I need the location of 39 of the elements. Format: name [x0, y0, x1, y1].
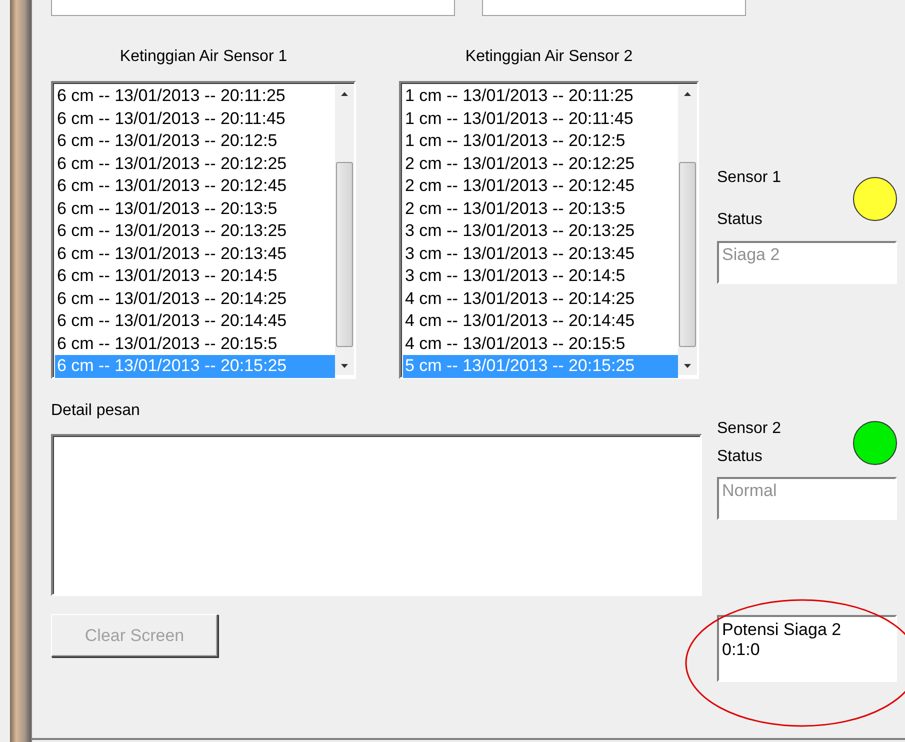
- input-field[interactable]: [51, 0, 455, 16]
- list-item[interactable]: 1 cm -- 13/01/2013 -- 20:12:5: [403, 130, 678, 152]
- list-box[interactable]: [399, 81, 699, 379]
- list-item[interactable]: 6 cm -- 13/01/2013 -- 20:15:5: [55, 332, 335, 355]
- list-box[interactable]: [51, 81, 356, 379]
- sensor-label: Sensor 1: [717, 168, 782, 188]
- list-item[interactable]: 4 cm -- 13/01/2013 -- 20:14:45: [403, 310, 678, 332]
- list-item[interactable]: 2 cm -- 13/01/2013 -- 20:13:5: [403, 198, 678, 220]
- list-title: Ketinggian Air Sensor 1: [120, 47, 288, 67]
- list-item[interactable]: 6 cm -- 13/01/2013 -- 20:13:25: [55, 220, 335, 242]
- list-item[interactable]: 6 cm -- 13/01/2013 -- 20:14:5: [55, 265, 335, 288]
- list-item[interactable]: 2 cm -- 13/01/2013 -- 20:12:25: [403, 152, 678, 175]
- scrollbar[interactable]: [335, 85, 354, 375]
- list-item[interactable]: 1 cm -- 13/01/2013 -- 20:11:45: [403, 108, 678, 130]
- input-field[interactable]: [482, 0, 746, 16]
- scrollbar[interactable]: [678, 85, 697, 375]
- list-item[interactable]: 1 cm -- 13/01/2013 -- 20:11:25: [403, 85, 678, 108]
- list-item[interactable]: 4 cm -- 13/01/2013 -- 20:15:5: [403, 332, 678, 355]
- list-item[interactable]: 6 cm -- 13/01/2013 -- 20:14:45: [55, 310, 335, 332]
- list-item[interactable]: 6 cm -- 13/01/2013 -- 20:11:45: [55, 108, 335, 130]
- list-item[interactable]: 6 cm -- 13/01/2013 -- 20:12:45: [55, 175, 335, 198]
- list-item[interactable]: 6 cm -- 13/01/2013 -- 20:14:25: [55, 288, 335, 310]
- sensor-label: Sensor 2: [717, 419, 782, 439]
- list-item[interactable]: 3 cm -- 13/01/2013 -- 20:14:5: [403, 265, 678, 288]
- list-item[interactable]: 3 cm -- 13/01/2013 -- 20:13:45: [403, 242, 678, 265]
- list-item[interactable]: 2 cm -- 13/01/2013 -- 20:12:45: [403, 175, 678, 198]
- list-item[interactable]: 6 cm -- 13/01/2013 -- 20:13:45: [55, 242, 335, 265]
- detail-label: Detail pesan: [51, 401, 141, 421]
- status-label: Status: [717, 210, 764, 230]
- list-title: Ketinggian Air Sensor 2: [465, 47, 633, 67]
- list-item[interactable]: 6 cm -- 13/01/2013 -- 20:13:5: [55, 198, 335, 220]
- list-item[interactable]: 3 cm -- 13/01/2013 -- 20:13:25: [403, 220, 678, 242]
- list-item[interactable]: 6 cm -- 13/01/2013 -- 20:12:25: [55, 152, 335, 175]
- list-item[interactable]: 6 cm -- 13/01/2013 -- 20:12:5: [55, 130, 335, 152]
- status-label: Status: [717, 447, 764, 467]
- summary-field[interactable]: Potensi Siaga 2 0:1:0: [717, 615, 897, 682]
- message-text-area[interactable]: [51, 434, 702, 596]
- list-item[interactable]: 6 cm -- 13/01/2013 -- 20:11:25: [55, 85, 335, 108]
- list-item[interactable]: 4 cm -- 13/01/2013 -- 20:14:25: [403, 288, 678, 310]
